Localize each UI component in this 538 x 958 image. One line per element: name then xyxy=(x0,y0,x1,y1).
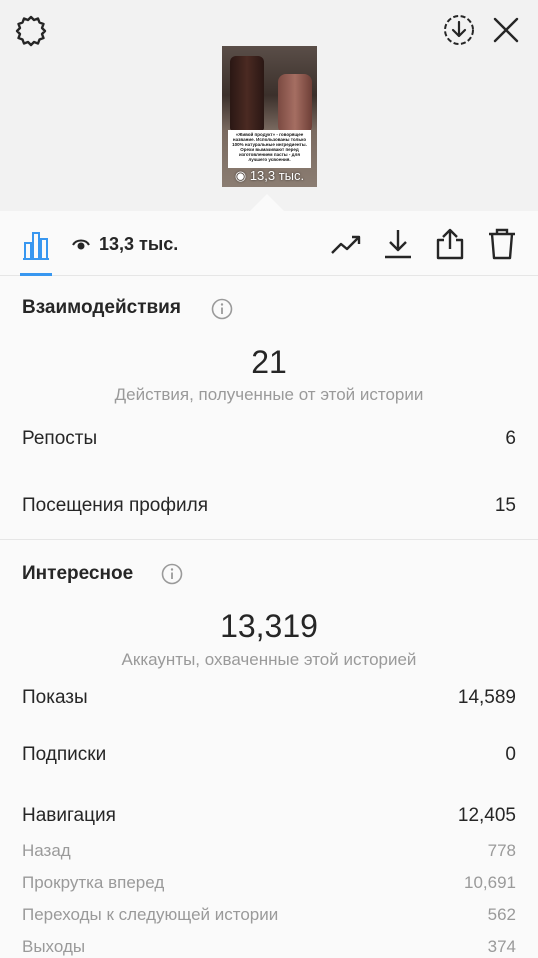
story-thumb-views: ◉ 13,3 тыс. xyxy=(222,168,317,184)
profile-visits-value: 15 xyxy=(494,495,516,516)
trend-icon[interactable] xyxy=(328,227,364,261)
views-count: 13,3 тыс. xyxy=(99,234,179,254)
insights-toolbar: 13,3 тыс. xyxy=(0,211,538,276)
follows-label: Подписки xyxy=(22,744,107,765)
profile-visits-label: Посещения профиля xyxy=(22,495,208,516)
interactions-total: 21 xyxy=(251,344,287,380)
trash-icon[interactable] xyxy=(484,227,520,261)
next-story-value: 562 xyxy=(487,905,516,924)
reposts-label: Репосты xyxy=(22,428,98,449)
story-preview-area: «Живой продукт» - говорящее название. Ис… xyxy=(0,0,538,228)
interactions-title: Взаимодействия xyxy=(22,297,181,318)
jar-image xyxy=(230,56,264,131)
next-story-label: Переходы к следующей истории xyxy=(22,905,279,924)
eye-icon xyxy=(72,239,90,250)
jar-image-2 xyxy=(278,74,312,134)
section-divider xyxy=(0,539,538,540)
interactions-subtitle: Действия, полученные от этой истории xyxy=(114,385,424,404)
bar-chart-icon[interactable] xyxy=(20,229,52,261)
impressions-label: Показы xyxy=(22,687,88,708)
eye-icon: ◉ xyxy=(234,168,247,183)
back-label: Назад xyxy=(22,841,71,860)
discovery-total: 13,319 xyxy=(220,608,318,644)
navigation-value: 12,405 xyxy=(457,805,516,826)
back-value: 778 xyxy=(487,841,516,860)
info-icon[interactable] xyxy=(211,298,233,320)
share-icon[interactable] xyxy=(432,227,468,261)
exits-value: 374 xyxy=(487,937,516,956)
active-tab-indicator xyxy=(20,273,52,276)
exits-label: Выходы xyxy=(22,937,86,956)
info-icon[interactable] xyxy=(161,563,183,585)
close-icon[interactable] xyxy=(492,16,520,44)
discovery-subtitle: Аккаунты, охваченные этой историей xyxy=(121,650,417,669)
impressions-value: 14,589 xyxy=(457,687,516,708)
reposts-value: 6 xyxy=(505,428,516,449)
story-thumb-views-text: 13,3 тыс. xyxy=(249,168,305,183)
forward-label: Прокрутка вперед xyxy=(22,873,165,892)
download-icon[interactable] xyxy=(380,227,416,261)
gear-icon[interactable] xyxy=(14,14,48,48)
download-circle-icon[interactable] xyxy=(442,13,476,47)
navigation-label: Навигация xyxy=(22,805,116,826)
story-thumbnail[interactable]: «Живой продукт» - говорящее название. Ис… xyxy=(222,46,317,187)
forward-value: 10,691 xyxy=(464,873,516,892)
discovery-title: Интересное xyxy=(22,563,134,584)
follows-value: 0 xyxy=(505,744,516,765)
story-caption: «Живой продукт» - говорящее название. Ис… xyxy=(228,130,311,168)
